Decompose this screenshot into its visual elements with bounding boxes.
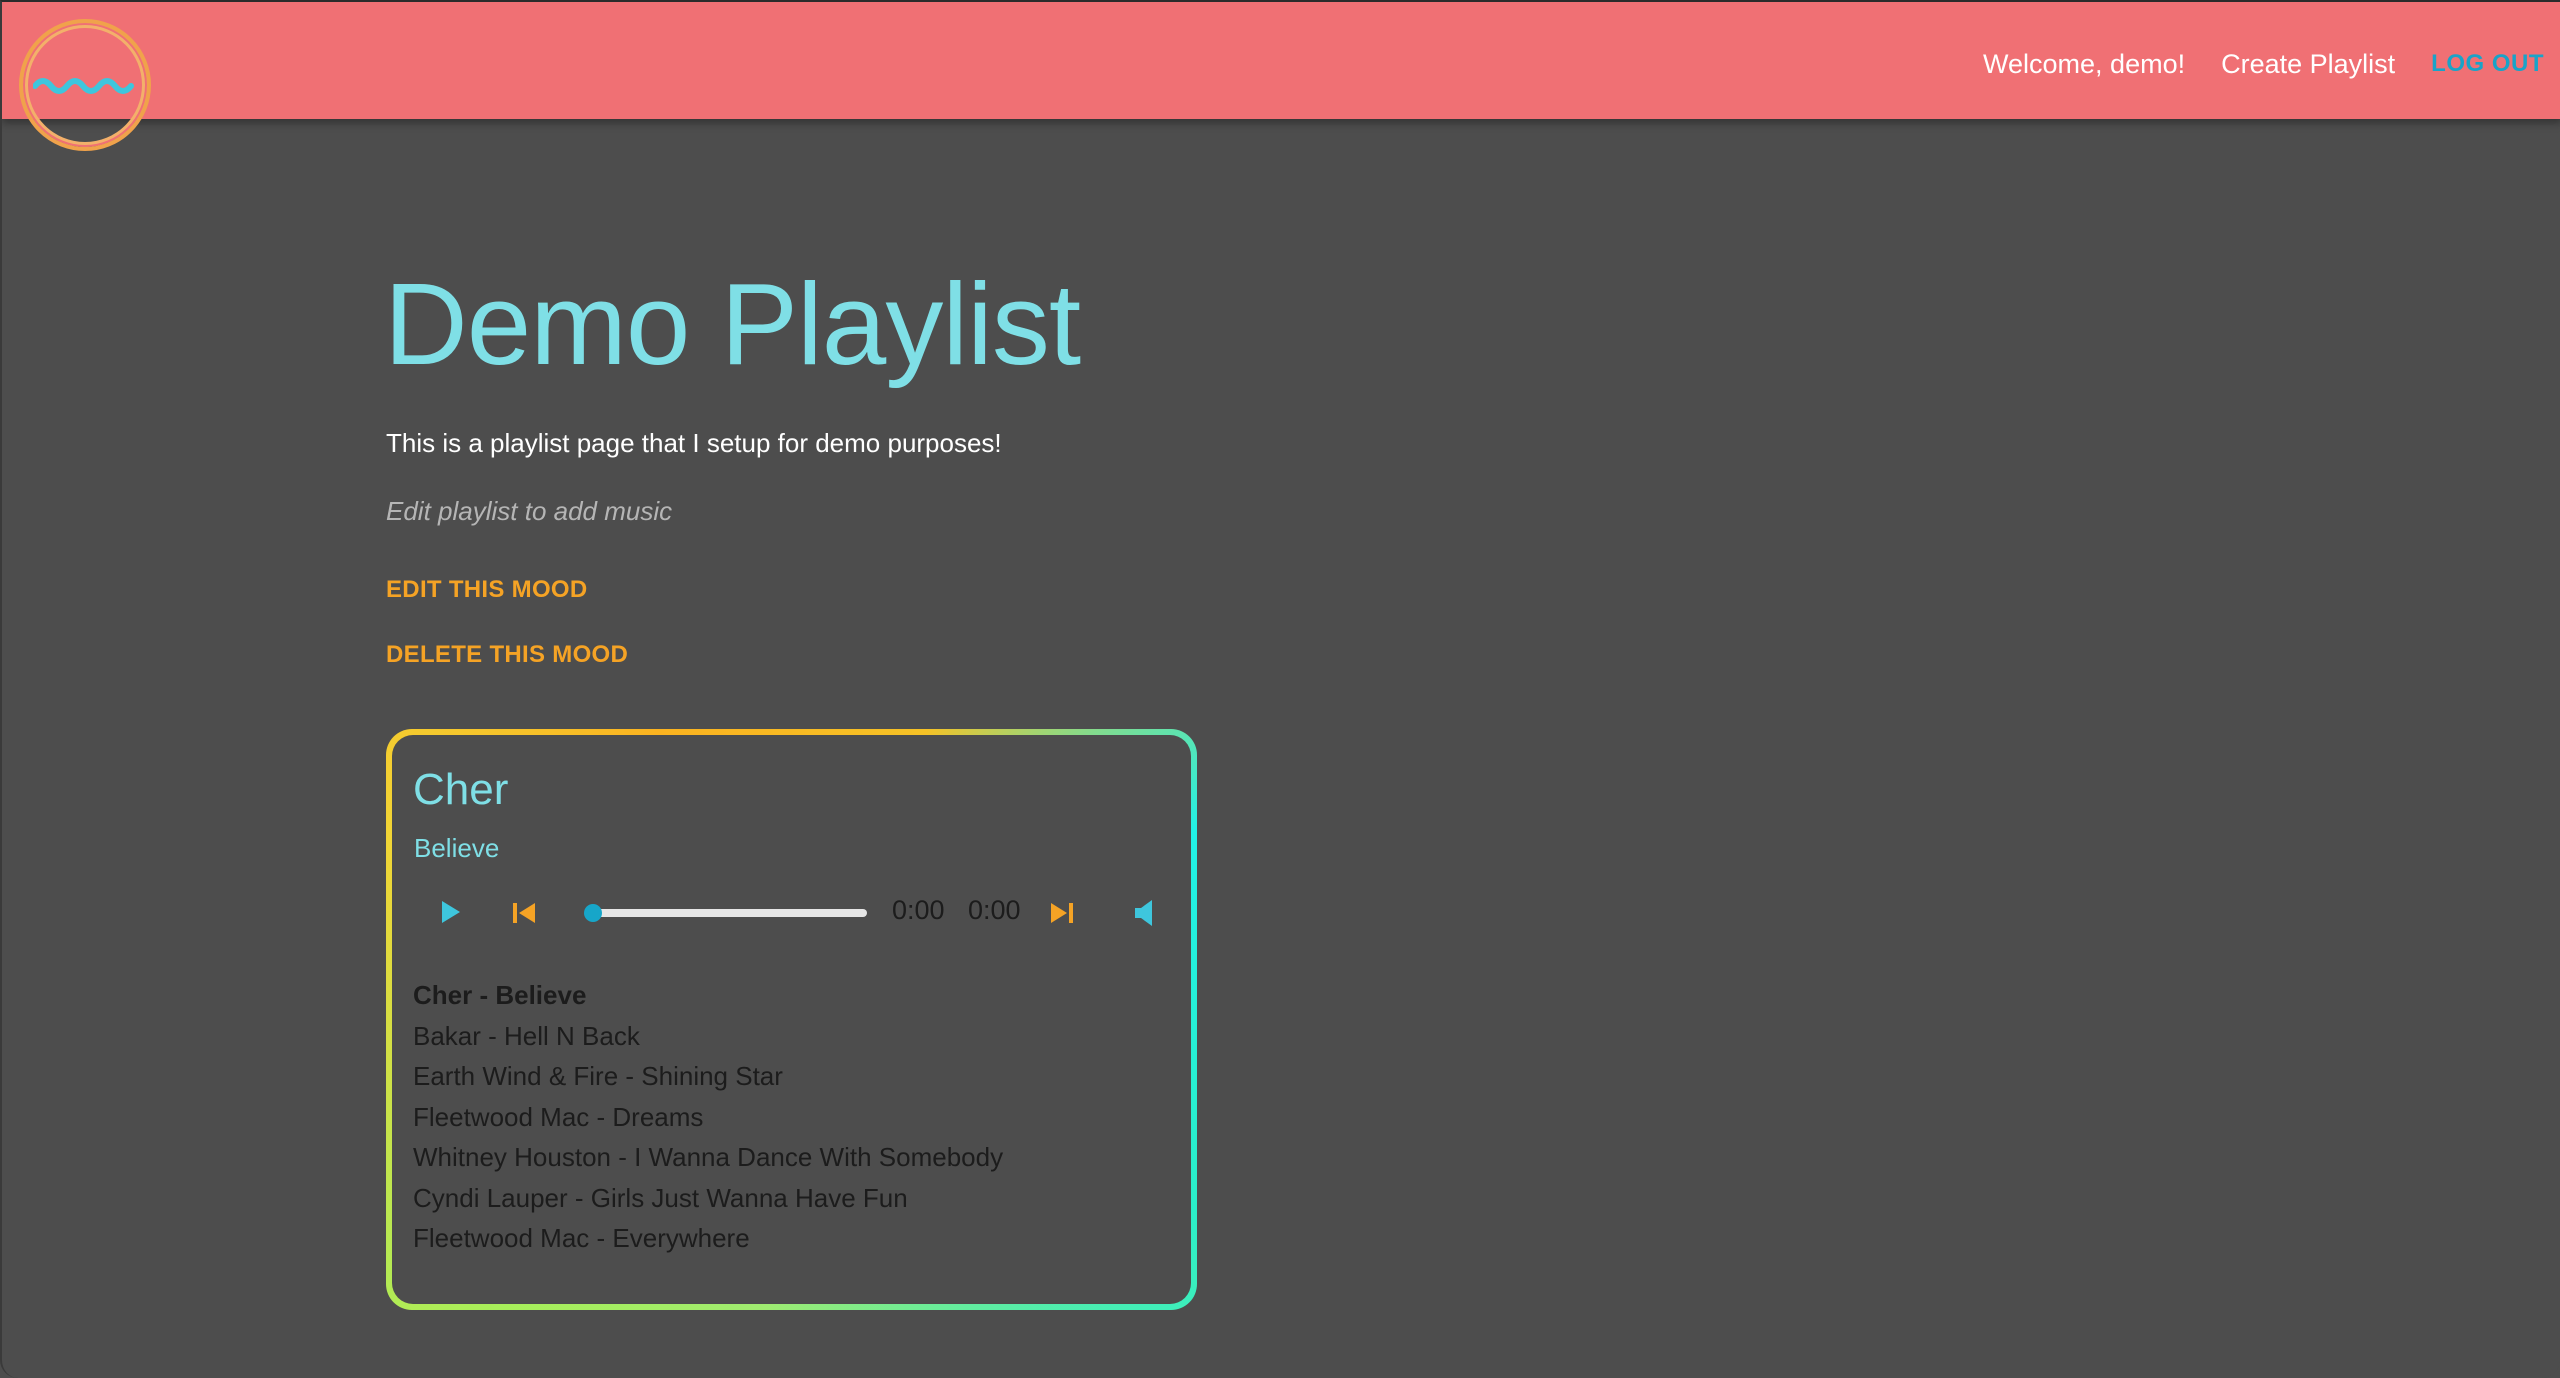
playlist-description: This is a playlist page that I setup for…: [386, 428, 1002, 458]
skip-previous-icon[interactable]: [512, 901, 536, 930]
now-playing-title: Believe: [414, 833, 500, 863]
nav-links: Welcome, demo! Create Playlist LOG OUT: [1983, 44, 2544, 84]
playlist-track[interactable]: Earth Wind & Fire - Shining Star: [413, 1056, 1003, 1097]
audio-player: Cher Believe 0:00 0:00 Cher - Believe Ba…: [392, 735, 1191, 1304]
track-list: Cher - Believe Bakar - Hell N Back Earth W…: [413, 975, 1003, 1259]
volume-icon[interactable]: [1134, 899, 1156, 932]
wave-logo-icon[interactable]: [19, 19, 151, 151]
delete-mood-link[interactable]: DELETE THIS MOOD: [386, 641, 628, 669]
top-navbar: Welcome, demo! Create Playlist LOG OUT: [2, 2, 2560, 151]
playlist-track[interactable]: Whitney Houston - I Wanna Dance With Som…: [413, 1137, 1003, 1178]
app-window: Welcome, demo! Create Playlist LOG OUT D…: [0, 0, 2560, 1378]
now-playing-artist: Cher: [413, 765, 509, 814]
playlist-track[interactable]: Cher - Believe: [413, 975, 1003, 1016]
playlist-track[interactable]: Fleetwood Mac - Dreams: [413, 1097, 1003, 1138]
skip-next-icon[interactable]: [1050, 901, 1074, 930]
edit-mood-link[interactable]: EDIT THIS MOOD: [386, 576, 588, 604]
audio-player-card: Cher Believe 0:00 0:00 Cher - Believe Ba…: [386, 729, 1197, 1310]
progress-thumb[interactable]: [584, 904, 602, 922]
create-playlist-link[interactable]: Create Playlist: [2221, 49, 2395, 80]
play-icon[interactable]: [440, 899, 462, 930]
progress-slider[interactable]: [584, 904, 867, 922]
page-title: Demo Playlist: [384, 259, 1081, 389]
logout-button[interactable]: LOG OUT: [2431, 50, 2544, 78]
current-time: 0:00: [892, 895, 945, 925]
playlist-track[interactable]: Bakar - Hell N Back: [413, 1016, 1003, 1057]
edit-hint: Edit playlist to add music: [386, 496, 673, 526]
welcome-link[interactable]: Welcome, demo!: [1983, 49, 2185, 80]
duration-time: 0:00: [968, 895, 1021, 925]
player-controls: 0:00 0:00: [412, 883, 1172, 943]
playlist-track[interactable]: Cyndi Lauper - Girls Just Wanna Have Fun: [413, 1178, 1003, 1219]
playlist-track[interactable]: Fleetwood Mac - Everywhere: [413, 1218, 1003, 1259]
